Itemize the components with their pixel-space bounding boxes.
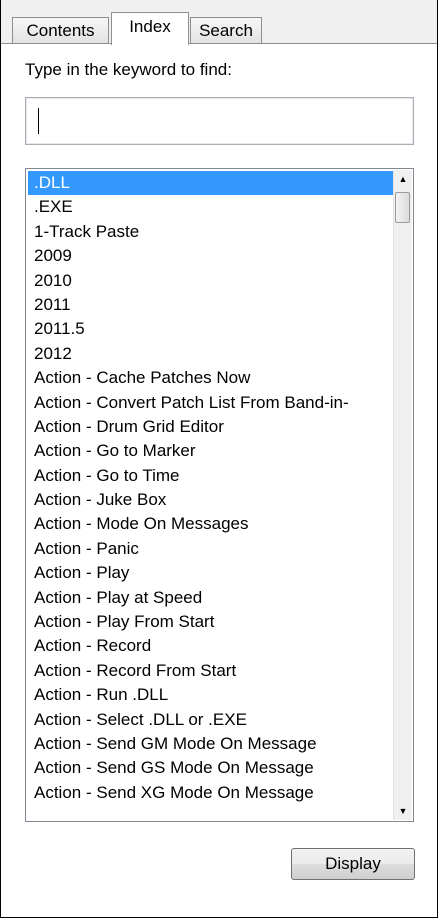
- scrollbar-thumb[interactable]: [395, 192, 410, 223]
- vertical-scrollbar[interactable]: ▲ ▼: [393, 170, 412, 820]
- index-list-item[interactable]: Action - Select .DLL or .EXE: [28, 708, 394, 732]
- help-index-pane: Contents Index Search Type in the keywor…: [0, 0, 438, 918]
- index-list-items: .DLL .EXE 1-Track Paste 2009 2010 2011 2011.5 2…: [28, 171, 394, 819]
- index-list-item[interactable]: 2010: [28, 269, 394, 293]
- index-list-item[interactable]: Action - Convert Patch List From Band-in…: [28, 391, 394, 415]
- tab-search[interactable]: Search: [190, 17, 262, 43]
- index-list[interactable]: .DLL .EXE 1-Track Paste 2009 2010 2011 2011.5 2…: [25, 168, 414, 822]
- index-list-item[interactable]: Action - Cache Patches Now: [28, 366, 394, 390]
- index-list-item[interactable]: Action - Play at Speed: [28, 586, 394, 610]
- index-list-item[interactable]: 2011: [28, 293, 394, 317]
- index-list-item[interactable]: Action - Drum Grid Editor: [28, 415, 394, 439]
- index-list-item[interactable]: 1-Track Paste: [28, 220, 394, 244]
- index-list-item[interactable]: Action - Play From Start: [28, 610, 394, 634]
- tab-bar: Contents Index Search: [1, 0, 437, 45]
- keyword-label: Type in the keyword to find:: [25, 60, 232, 79]
- scroll-up-arrow-icon[interactable]: ▲: [394, 170, 412, 188]
- index-list-item[interactable]: Action - Play: [28, 561, 394, 585]
- index-list-item[interactable]: Action - Juke Box: [28, 488, 394, 512]
- index-list-item[interactable]: 2011.5: [28, 317, 394, 341]
- index-list-item[interactable]: Action - Record From Start: [28, 659, 394, 683]
- index-list-item[interactable]: Action - Record: [28, 634, 394, 658]
- index-list-item[interactable]: Action - Panic: [28, 537, 394, 561]
- scroll-down-arrow-icon[interactable]: ▼: [394, 802, 412, 820]
- index-list-item[interactable]: Action - Send GS Mode On Message: [28, 756, 394, 780]
- index-list-item[interactable]: 2009: [28, 244, 394, 268]
- tab-index[interactable]: Index: [111, 12, 189, 45]
- keyword-input[interactable]: [25, 97, 414, 145]
- index-list-item[interactable]: Action - Go to Marker: [28, 439, 394, 463]
- index-list-item[interactable]: Action - Send XG Mode On Message: [28, 781, 394, 805]
- text-caret: [38, 108, 39, 134]
- tab-contents[interactable]: Contents: [12, 17, 109, 43]
- display-button[interactable]: Display: [291, 848, 415, 880]
- index-list-item[interactable]: Action - Mode On Messages: [28, 512, 394, 536]
- index-list-item[interactable]: Action - Go to Time: [28, 464, 394, 488]
- index-list-item[interactable]: .DLL: [28, 171, 394, 196]
- index-list-item[interactable]: Action - Run .DLL: [28, 683, 394, 707]
- index-list-item[interactable]: .EXE: [28, 195, 394, 219]
- index-list-item[interactable]: 2012: [28, 342, 394, 366]
- index-list-item[interactable]: Action - Send GM Mode On Message: [28, 732, 394, 756]
